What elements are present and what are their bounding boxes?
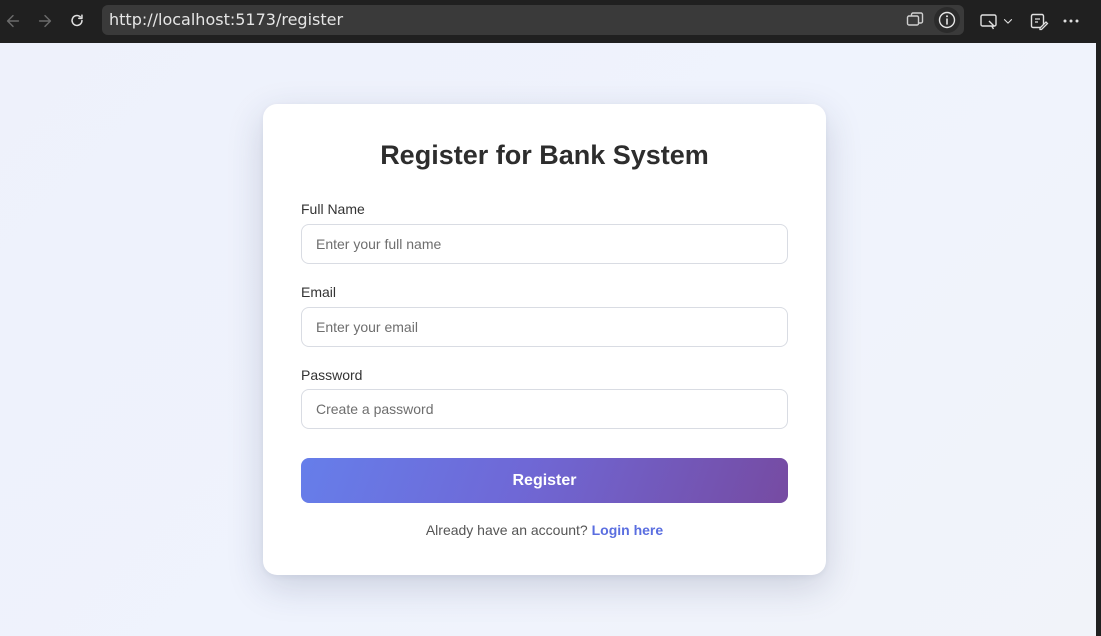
extensions-icon[interactable] [1027,8,1051,34]
full-name-input[interactable] [301,224,788,264]
page-title: Register for Bank System [380,140,709,170]
login-link[interactable]: Login here [592,522,664,538]
reload-icon[interactable] [64,8,90,34]
forward-arrow-icon[interactable] [32,8,58,34]
login-prompt: Already have an account? Login here [263,522,826,538]
email-label: Email [301,284,337,300]
page-viewport: Register for Bank System Full Name Email… [0,43,1096,636]
more-icon[interactable] [1060,8,1082,34]
register-button[interactable]: Register [301,458,788,503]
back-arrow-icon[interactable] [0,8,26,34]
login-prompt-text: Already have an account? [425,522,588,538]
full-name-label: Full Name [301,201,365,217]
browser-toolbar: http://localhost:5173/register [0,0,1101,42]
info-icon[interactable] [934,7,960,33]
register-card: Register for Bank System Full Name Email… [263,104,826,575]
email-input[interactable] [301,307,788,347]
chevron-down-icon[interactable] [1001,8,1015,34]
url-text[interactable]: http://localhost:5173/register [109,11,343,29]
cast-icon[interactable] [978,8,1000,34]
address-bar[interactable]: http://localhost:5173/register [102,5,964,35]
password-input[interactable] [301,389,788,429]
password-label: Password [301,367,363,383]
tab-switch-icon[interactable] [902,8,928,32]
